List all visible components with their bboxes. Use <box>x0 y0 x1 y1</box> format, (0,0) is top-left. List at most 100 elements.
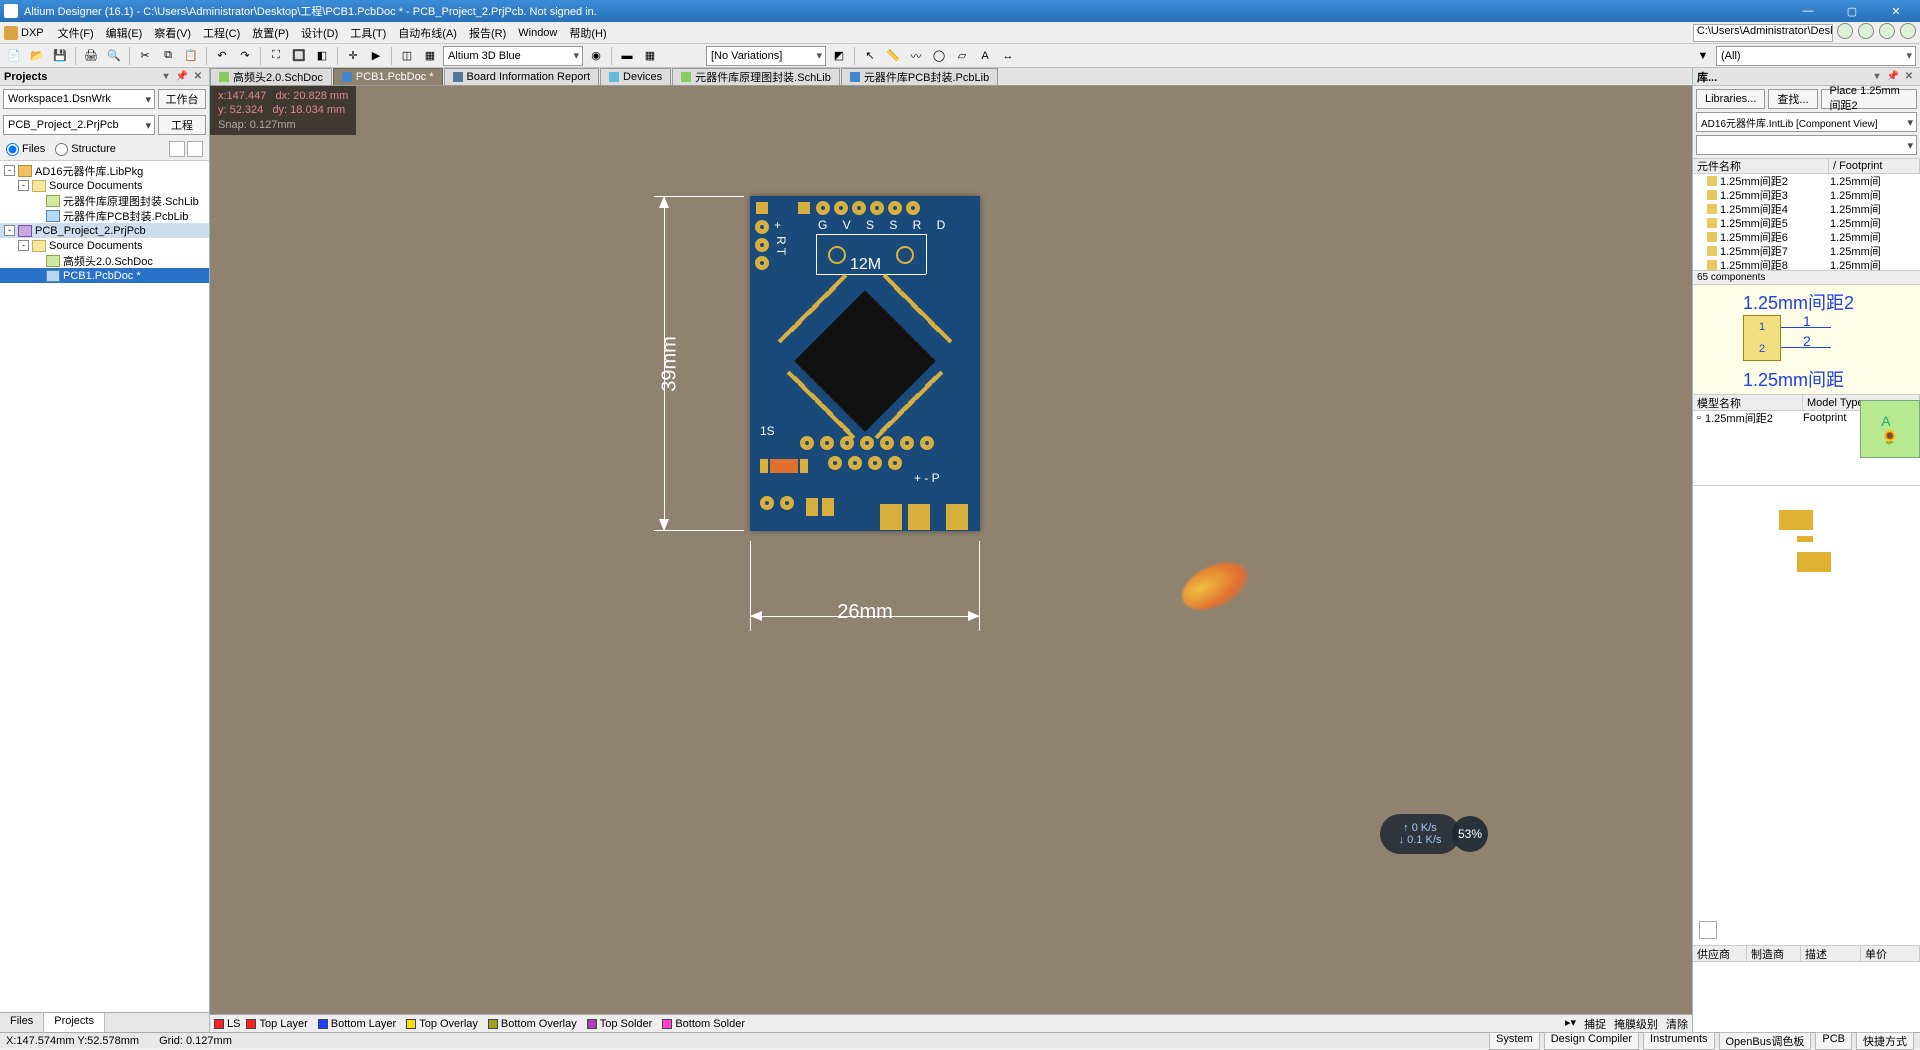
layer-tab[interactable]: Top Overlay <box>406 1018 478 1030</box>
tb-3d-icon[interactable]: ◉ <box>586 46 606 66</box>
status-tab[interactable]: Design Compiler <box>1544 1032 1639 1050</box>
menu-file[interactable]: 文件(F) <box>52 23 100 43</box>
view-mode-combo[interactable]: Altium 3D Blue <box>443 46 583 66</box>
col-manufacturer[interactable]: 制造商 <box>1747 946 1801 961</box>
tree-item[interactable]: PCB1.PcbDoc * <box>0 268 209 283</box>
status-tab[interactable]: 快捷方式 <box>1856 1032 1914 1050</box>
libraries-button[interactable]: Libraries... <box>1696 89 1765 109</box>
tree-item[interactable]: -Source Documents <box>0 178 209 193</box>
tb-dim-icon[interactable]: ↔ <box>998 46 1018 66</box>
supplier-list[interactable] <box>1693 962 1920 1032</box>
panel-close-icon[interactable]: ✕ <box>191 70 205 84</box>
col-description[interactable]: 描述 <box>1801 946 1861 961</box>
tb-measure-icon[interactable]: 📏 <box>883 46 903 66</box>
radio-structure[interactable]: Structure <box>55 143 116 156</box>
menu-place[interactable]: 放置(P) <box>246 23 295 43</box>
preview-tool-icon[interactable] <box>1699 921 1717 939</box>
project-button[interactable]: 工程 <box>158 115 206 135</box>
tree-item[interactable]: -Source Documents <box>0 238 209 253</box>
layer-clear[interactable]: 清除 <box>1666 1016 1688 1032</box>
tree-item[interactable]: 高频头2.0.SchDoc <box>0 253 209 268</box>
doc-tab[interactable]: Board Information Report <box>444 68 600 85</box>
close-button[interactable]: ✕ <box>1876 2 1916 20</box>
layer-tab[interactable]: Bottom Layer <box>318 1018 396 1030</box>
library-combo[interactable]: AD16元器件库.IntLib [Component View] <box>1696 112 1917 132</box>
find-button[interactable]: 查找... <box>1768 89 1817 109</box>
lib-close-icon[interactable]: ✕ <box>1902 70 1916 84</box>
component-row[interactable]: 1.25mm间距21.25mm间 <box>1693 174 1920 188</box>
menu-view[interactable]: 察看(V) <box>148 23 197 43</box>
bottom-tab-projects[interactable]: Projects <box>44 1013 105 1032</box>
radio-files[interactable]: Files <box>6 143 45 156</box>
lib-pin-icon[interactable]: 📌 <box>1886 70 1900 84</box>
lib-dropdown-icon[interactable]: ▾ <box>1870 70 1884 84</box>
layer-snap[interactable]: 捕捉 <box>1584 1016 1606 1032</box>
project-field[interactable]: PCB_Project_2.PrjPcb <box>3 115 155 135</box>
component-row[interactable]: 1.25mm间距51.25mm间 <box>1693 216 1920 230</box>
assistant-badge[interactable]: A🌻 <box>1860 400 1920 458</box>
menu-tools[interactable]: 工具(T) <box>344 23 392 43</box>
layer-tab[interactable]: Bottom Solder <box>662 1018 745 1030</box>
menu-autoroute[interactable]: 自动布线(A) <box>392 23 463 43</box>
nav-fwd-icon[interactable] <box>1858 23 1874 39</box>
status-tab[interactable]: PCB <box>1815 1032 1852 1050</box>
layer-tab[interactable]: Bottom Overlay <box>488 1018 577 1030</box>
refresh-icon[interactable] <box>169 141 185 157</box>
minimize-button[interactable]: — <box>1788 2 1828 20</box>
tb-open-icon[interactable]: 📂 <box>27 46 47 66</box>
workspace-combo[interactable]: Workspace1.DsnWrk <box>3 89 155 109</box>
col-price[interactable]: 单价 <box>1861 946 1920 961</box>
layer-opt1-icon[interactable]: ▸▾ <box>1565 1016 1576 1032</box>
layer-ls[interactable]: LS <box>214 1018 240 1030</box>
tb-redo-icon[interactable]: ↷ <box>235 46 255 66</box>
pcb-canvas[interactable]: x:147.447 dx: 20.828 mm y: 52.324 dy: 18… <box>210 86 1692 1014</box>
component-row[interactable]: 1.25mm间距41.25mm间 <box>1693 202 1920 216</box>
col-component-name[interactable]: 元件名称 <box>1693 159 1829 173</box>
component-row[interactable]: 1.25mm间距31.25mm间 <box>1693 188 1920 202</box>
tb-view1-icon[interactable]: ◫ <box>397 46 417 66</box>
tb-zoom-area-icon[interactable]: 🔲 <box>289 46 309 66</box>
project-tree[interactable]: -AD16元器件库.LibPkg-Source Documents元器件库原理图… <box>0 161 209 1012</box>
tb-compile-icon[interactable]: ▶ <box>366 46 386 66</box>
col-supplier[interactable]: 供应商 <box>1693 946 1747 961</box>
path-box[interactable]: C:\Users\Administrator\Deskto <box>1693 24 1833 42</box>
panel-dropdown-icon[interactable]: ▾ <box>159 70 173 84</box>
dxp-menu[interactable]: DXP <box>4 26 44 40</box>
tree-item[interactable]: -AD16元器件库.LibPkg <box>0 163 209 178</box>
bottom-tab-files[interactable]: Files <box>0 1013 44 1032</box>
tb-copy-icon[interactable]: ⧉ <box>158 46 178 66</box>
doc-tab[interactable]: 元器件库PCB封装.PcbLib <box>841 68 998 85</box>
tb-filter-icon[interactable]: ▼ <box>1693 46 1713 66</box>
panel-pin-icon[interactable]: 📌 <box>175 70 189 84</box>
tb-undo-icon[interactable]: ↶ <box>212 46 232 66</box>
nav-back-icon[interactable] <box>1837 23 1853 39</box>
component-row[interactable]: 1.25mm间距61.25mm间 <box>1693 230 1920 244</box>
tb-cross-icon[interactable]: ✛ <box>343 46 363 66</box>
status-tab[interactable]: OpenBus调色板 <box>1719 1032 1812 1050</box>
nav-favorite-icon[interactable] <box>1900 23 1916 39</box>
doc-tab[interactable]: PCB1.PcbDoc * <box>333 68 443 85</box>
col-model-name[interactable]: 模型名称 <box>1693 395 1803 410</box>
doc-tab[interactable]: 元器件库原理图封装.SchLib <box>672 68 840 85</box>
col-footprint[interactable]: /Footprint <box>1829 159 1920 173</box>
filter-combo[interactable]: (All) <box>1716 46 1916 66</box>
place-button[interactable]: Place 1.25mm间距2 <box>1821 89 1917 109</box>
tb-zoom-fit-icon[interactable]: ⛶ <box>266 46 286 66</box>
tree-item[interactable]: -PCB_Project_2.PrjPcb <box>0 223 209 238</box>
variation-combo[interactable]: [No Variations] <box>706 46 826 66</box>
component-filter[interactable] <box>1696 135 1917 155</box>
nav-home-icon[interactable] <box>1879 23 1895 39</box>
menu-window[interactable]: Window <box>512 25 563 41</box>
tb-route-icon[interactable]: 〰 <box>906 46 926 66</box>
doc-tab[interactable]: Devices <box>600 68 671 85</box>
component-list[interactable]: 1.25mm间距21.25mm间1.25mm间距31.25mm间1.25mm间距… <box>1693 174 1920 270</box>
component-row[interactable]: 1.25mm间距71.25mm间 <box>1693 244 1920 258</box>
tb-via-icon[interactable]: ◯ <box>929 46 949 66</box>
tb-grid-icon[interactable]: ▦ <box>640 46 660 66</box>
menu-design[interactable]: 设计(D) <box>295 23 344 43</box>
tree-opts-icon[interactable] <box>187 141 203 157</box>
layer-tab[interactable]: Top Solder <box>587 1018 653 1030</box>
menu-edit[interactable]: 编辑(E) <box>100 23 149 43</box>
tb-new-icon[interactable]: 📄 <box>4 46 24 66</box>
menu-help[interactable]: 帮助(H) <box>563 23 612 43</box>
